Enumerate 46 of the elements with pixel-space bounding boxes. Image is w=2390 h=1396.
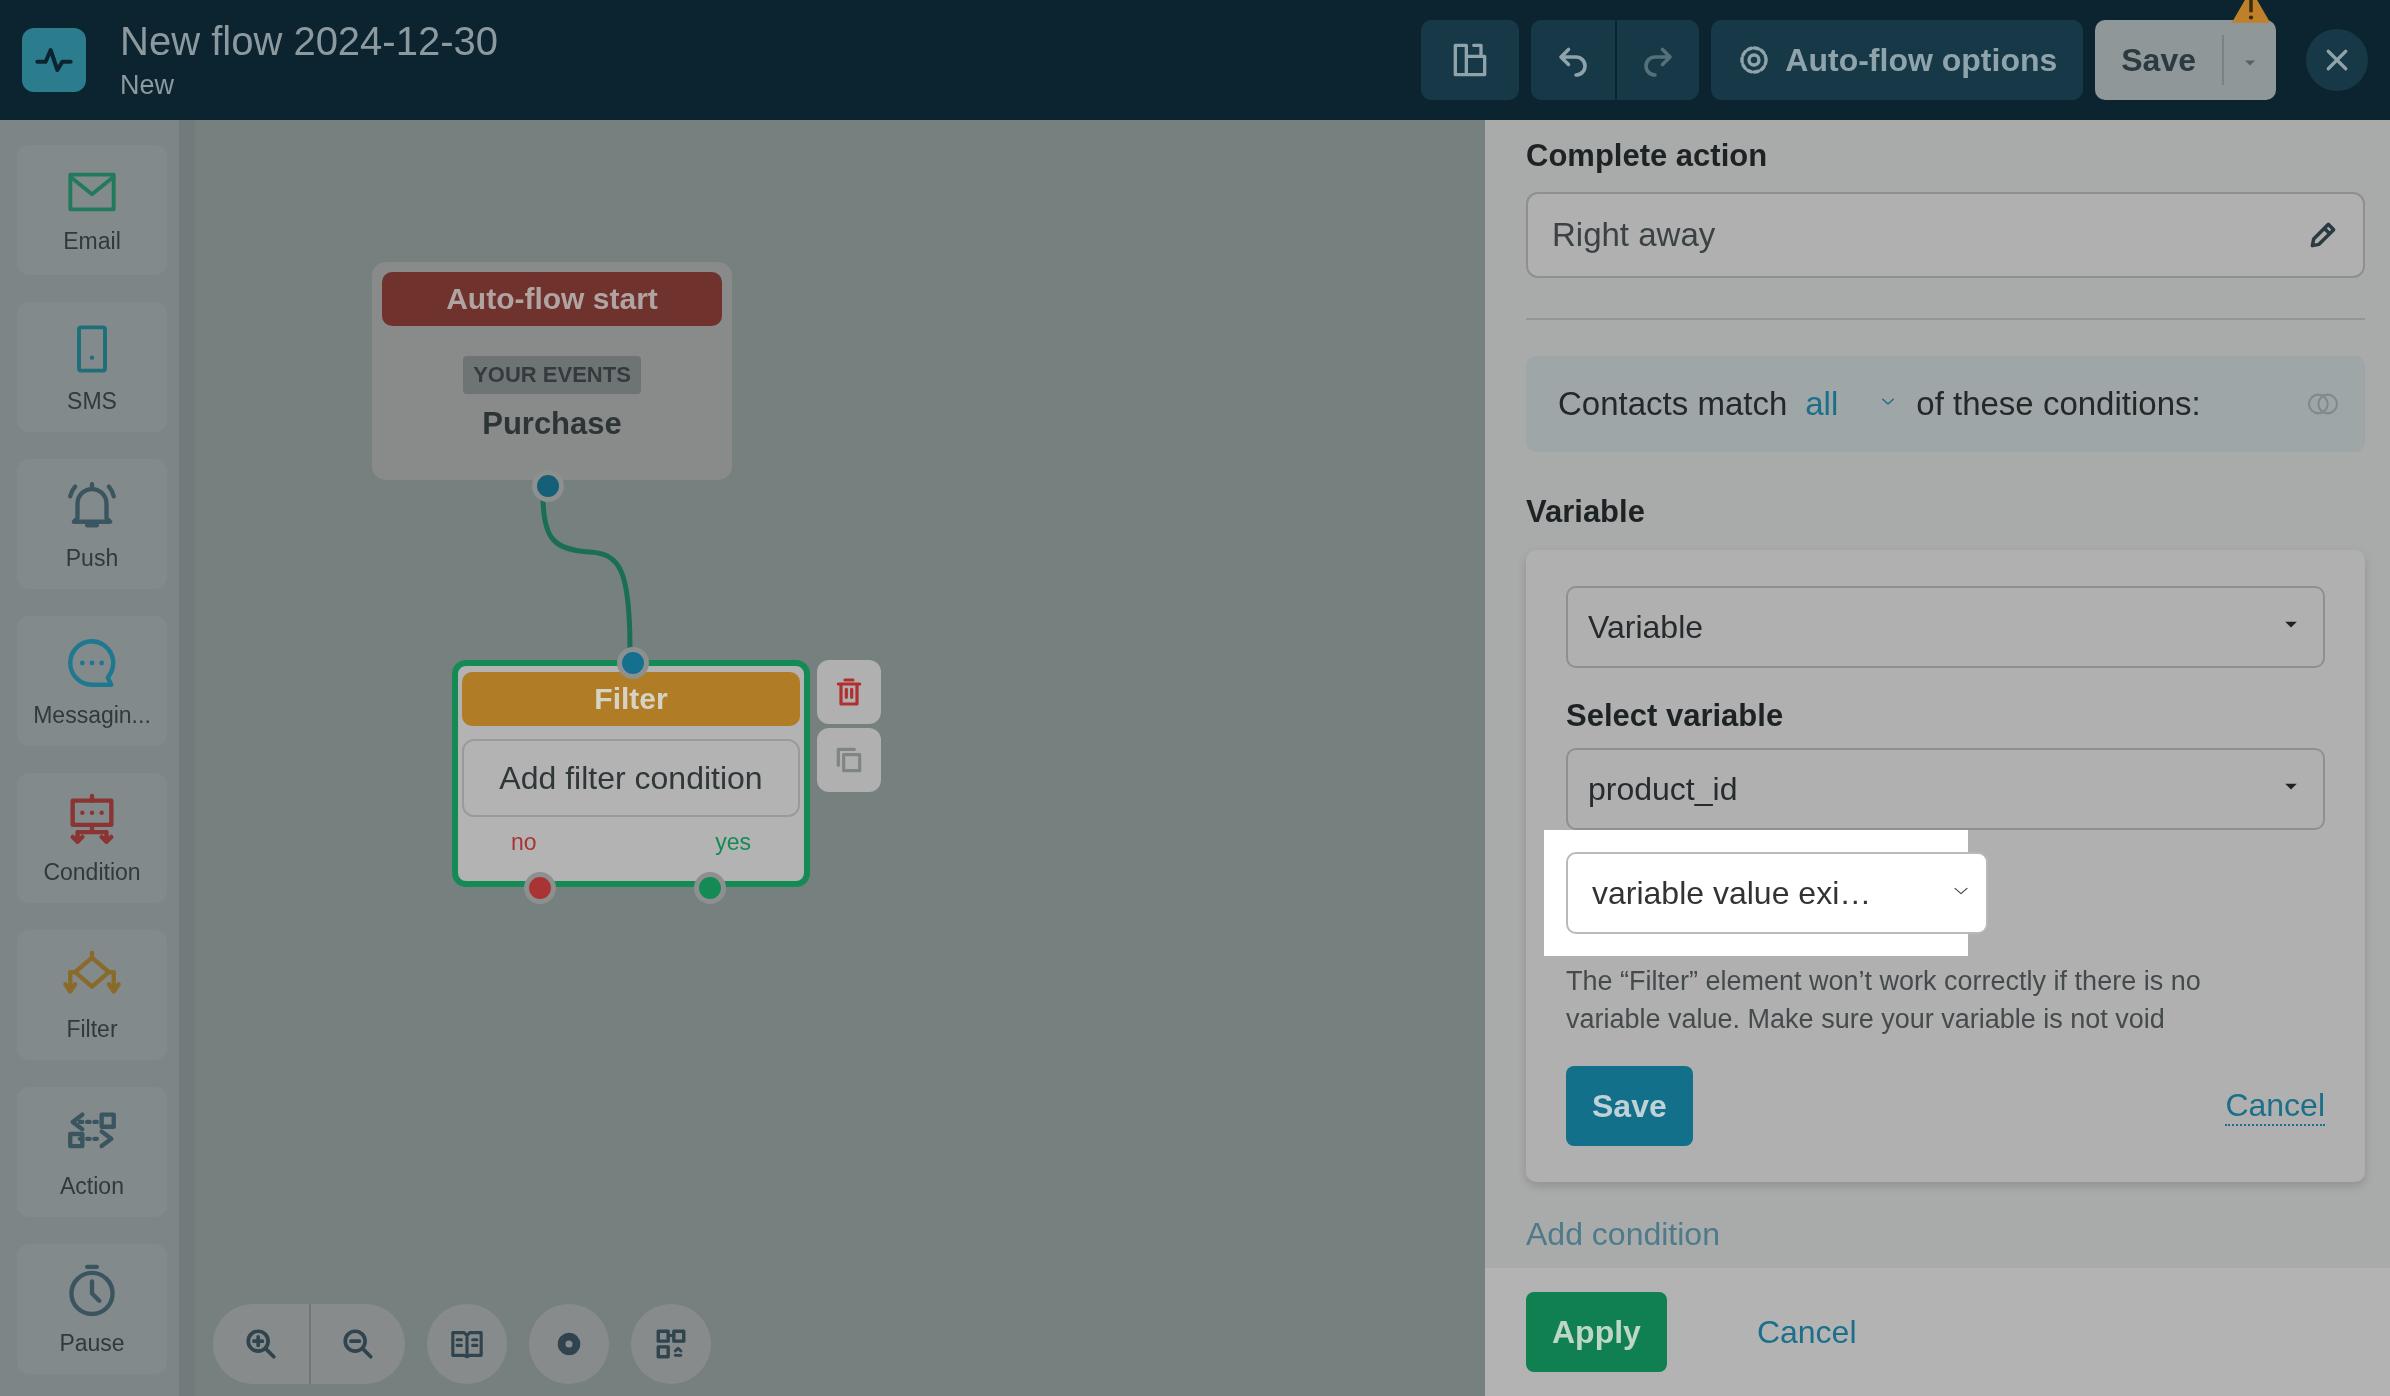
start-node[interactable]: Auto-flow start YOUR EVENTS Purchase (372, 262, 732, 480)
duplicate-button[interactable] (817, 728, 881, 792)
match-mode-dropdown[interactable]: all (1805, 385, 1899, 423)
add-filter-condition-button[interactable]: Add filter condition (462, 739, 800, 817)
zoom-in-icon (244, 1327, 278, 1361)
sidebar-item[interactable]: SMS (17, 302, 167, 432)
flow-title: New flow 2024-12-30 (120, 19, 499, 64)
event-tag: YOUR EVENTS (463, 356, 641, 394)
match-label: Contacts match (1558, 385, 1788, 423)
apply-button[interactable]: Apply (1526, 1292, 1667, 1372)
branch-label: yes (715, 829, 751, 856)
sidebar-item[interactable]: Condition (17, 773, 167, 903)
flow-status: New (120, 70, 175, 101)
add-condition-link[interactable]: Add condition (1526, 1216, 2365, 1253)
match-label: of these conditions: (1916, 385, 2201, 423)
sidebar-item[interactable]: Messagin... (17, 616, 167, 746)
zoom-out-icon (341, 1327, 375, 1361)
node-header: Filter (462, 672, 800, 726)
variable-name-select[interactable]: product_id (1566, 748, 2325, 830)
event-name: Purchase (482, 406, 622, 442)
branch-label: no (511, 829, 537, 856)
sidebar-item[interactable]: Pause (17, 1244, 167, 1374)
documents-button[interactable] (1421, 20, 1520, 100)
source-type-select[interactable]: Variable (1566, 586, 2325, 668)
cancel-link[interactable]: Cancel (2225, 1086, 2325, 1126)
node-header: Auto-flow start (382, 272, 722, 326)
output-port[interactable] (532, 470, 564, 502)
input-port[interactable] (617, 647, 649, 679)
hint-text: The “Filter” element won’t work correctly if there is no variable value. Make sure your variable is not void (1566, 965, 2202, 1036)
section-heading: Complete action (1526, 138, 1769, 174)
branch-port[interactable] (524, 872, 556, 904)
delete-button[interactable] (817, 660, 881, 724)
sidebar-item[interactable]: Action (17, 1087, 167, 1217)
auto-flow-options-button[interactable]: Auto-flow options (1711, 20, 2084, 100)
operator-select[interactable]: variable value exi… (1566, 852, 1988, 934)
field-label: Select variable (1566, 698, 1785, 734)
save-button[interactable]: Save (1566, 1066, 1693, 1146)
timing-field[interactable]: Right away (1526, 192, 2365, 278)
sidebar-item[interactable]: Filter (17, 930, 167, 1060)
branch-port[interactable] (694, 872, 726, 904)
sidebar-item[interactable]: Push (17, 459, 167, 589)
sidebar-item[interactable]: Email (17, 145, 167, 275)
filter-node[interactable]: Filter Add filter condition no yes (452, 660, 810, 887)
cancel-button[interactable]: Cancel (1750, 1312, 1863, 1352)
layout-icon (654, 1327, 688, 1361)
section-heading: Variable (1526, 494, 1646, 530)
